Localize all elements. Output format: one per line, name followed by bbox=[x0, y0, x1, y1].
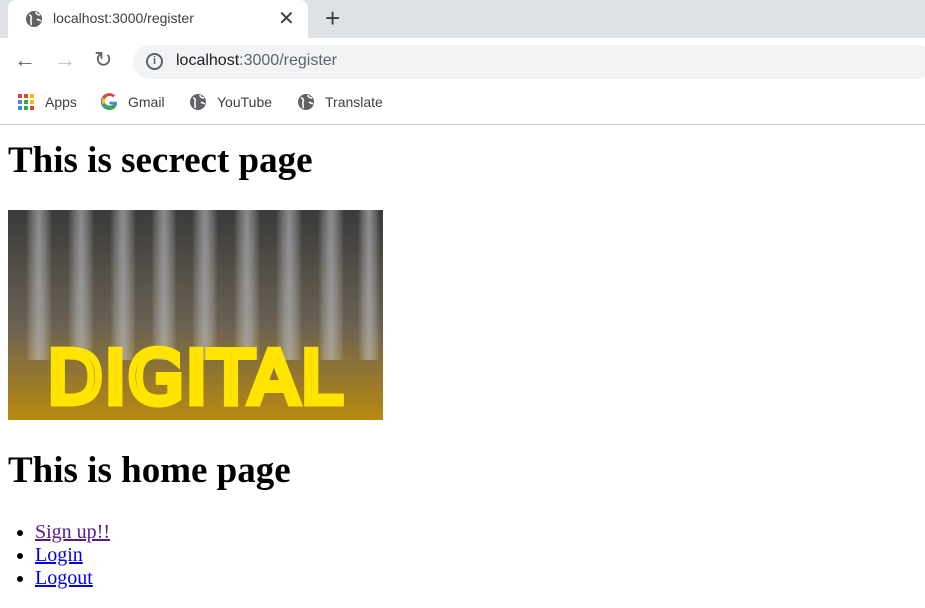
bookmark-label: YouTube bbox=[217, 94, 273, 110]
bookmark-youtube[interactable]: YouTube bbox=[189, 93, 272, 111]
apps-grid-icon bbox=[18, 94, 34, 110]
list-item: Logout bbox=[35, 567, 110, 590]
url-path: :3000/register bbox=[239, 52, 337, 69]
digital-neon-image: DIGITAL bbox=[8, 210, 383, 420]
list-item: Login bbox=[35, 544, 110, 567]
globe-icon bbox=[298, 94, 314, 110]
url-host: localhost bbox=[176, 52, 240, 69]
bookmark-label: Translate bbox=[325, 94, 383, 110]
reload-icon[interactable]: ↻ bbox=[94, 48, 112, 72]
neon-text: DIGITAL bbox=[47, 336, 342, 420]
toolbar: ← → ↻ i localhost:3000/register bbox=[0, 38, 925, 84]
bookmarks-bar: Apps Gmail YouTube Translate bbox=[0, 84, 925, 125]
logout-link[interactable]: Logout bbox=[35, 567, 93, 589]
globe-icon bbox=[190, 94, 206, 110]
bookmark-translate[interactable]: Translate bbox=[297, 93, 383, 111]
login-link[interactable]: Login bbox=[35, 544, 83, 566]
tab-title: localhost:3000/register bbox=[53, 10, 194, 26]
home-page-heading: This is home page bbox=[8, 450, 291, 491]
bookmark-label: Apps bbox=[45, 94, 77, 110]
nav-links: Sign up!! Login Logout bbox=[35, 521, 110, 590]
list-item: Sign up!! bbox=[35, 521, 110, 544]
bookmark-apps[interactable]: Apps bbox=[17, 93, 77, 111]
tab-strip: localhost:3000/register ✕ + bbox=[0, 0, 925, 38]
address-bar[interactable]: i localhost:3000/register bbox=[133, 45, 925, 79]
secret-page-heading: This is secrect page bbox=[8, 140, 313, 181]
back-icon[interactable]: ← bbox=[14, 48, 36, 72]
info-icon[interactable]: i bbox=[146, 53, 163, 70]
bookmark-label: Gmail bbox=[128, 93, 165, 110]
google-icon bbox=[101, 93, 118, 110]
forward-icon[interactable]: → bbox=[54, 48, 76, 72]
signup-link[interactable]: Sign up!! bbox=[35, 521, 110, 543]
new-tab-button[interactable]: + bbox=[325, 3, 340, 34]
url-text[interactable]: localhost:3000/register bbox=[176, 52, 337, 70]
globe-icon bbox=[26, 11, 42, 27]
close-tab-icon[interactable]: ✕ bbox=[278, 6, 295, 31]
bookmark-gmail[interactable]: Gmail bbox=[101, 93, 165, 110]
tab-active[interactable]: localhost:3000/register ✕ bbox=[8, 0, 308, 38]
